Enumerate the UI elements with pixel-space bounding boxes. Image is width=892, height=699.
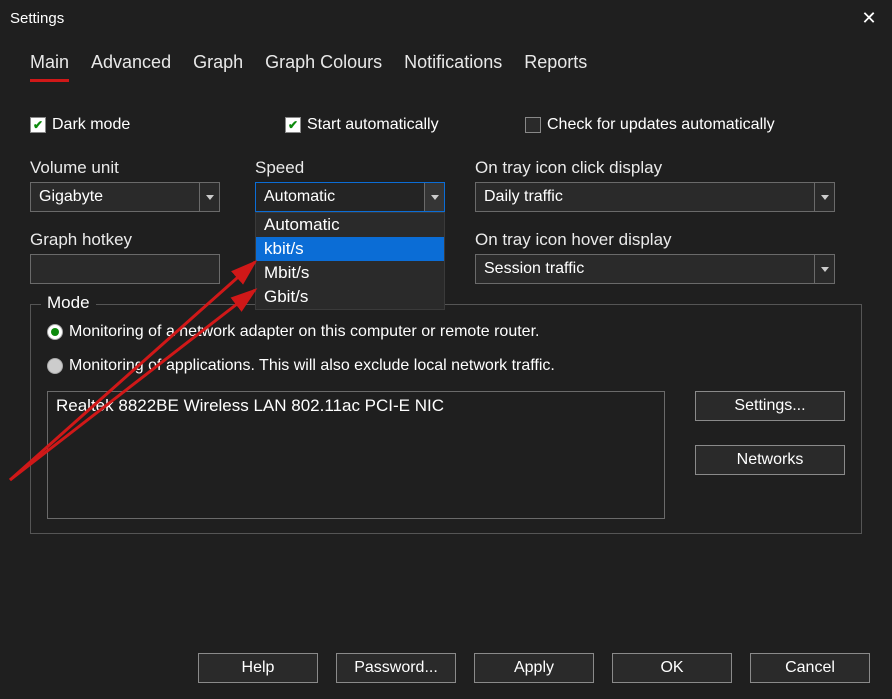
select-value: Gigabyte [39, 188, 103, 206]
option-gbit[interactable]: Gbit/s [256, 285, 444, 309]
chevron-down-icon [814, 255, 834, 283]
checkbox-label: Dark mode [52, 116, 130, 134]
input-graph-hotkey[interactable] [30, 254, 220, 284]
password-button[interactable]: Password... [336, 653, 456, 683]
tab-main[interactable]: Main [30, 52, 69, 82]
dropdown-speed: Automatic kbit/s Mbit/s Gbit/s [255, 212, 445, 310]
chevron-down-icon [199, 183, 219, 211]
tab-reports[interactable]: Reports [524, 52, 587, 82]
close-icon: ✕ [861, 8, 876, 29]
check-icon: ✔ [285, 117, 301, 133]
option-mbit[interactable]: Mbit/s [256, 261, 444, 285]
close-button[interactable]: ✕ [846, 0, 892, 36]
settings-button[interactable]: Settings... [695, 391, 845, 421]
select-tray-hover[interactable]: Session traffic [475, 254, 835, 284]
label-graph-hotkey: Graph hotkey [30, 230, 255, 250]
label-volume-unit: Volume unit [30, 158, 255, 178]
label-speed: Speed [255, 158, 475, 178]
select-value: Daily traffic [484, 188, 563, 206]
tab-notifications[interactable]: Notifications [404, 52, 502, 82]
checkbox-label: Check for updates automatically [547, 116, 775, 134]
radio-label: Monitoring of a network adapter on this … [69, 323, 539, 341]
adapter-list[interactable]: Realtek 8822BE Wireless LAN 802.11ac PCI… [47, 391, 665, 519]
label-tray-hover: On tray icon hover display [475, 230, 845, 250]
radio-monitor-apps[interactable]: Monitoring of applications. This will al… [47, 357, 845, 375]
mode-legend: Mode [41, 293, 96, 313]
chevron-down-icon [424, 183, 444, 211]
option-automatic[interactable]: Automatic [256, 213, 444, 237]
select-value: Automatic [264, 188, 335, 206]
tab-graph[interactable]: Graph [193, 52, 243, 82]
ok-button[interactable]: OK [612, 653, 732, 683]
networks-button[interactable]: Networks [695, 445, 845, 475]
tab-graph-colours[interactable]: Graph Colours [265, 52, 382, 82]
dialog-buttons: Help Password... Apply OK Cancel [0, 653, 892, 683]
checkbox-dark-mode[interactable]: ✔ Dark mode [30, 116, 245, 134]
radio-icon [47, 324, 63, 340]
select-value: Session traffic [484, 260, 584, 278]
checkbox-start-auto[interactable]: ✔ Start automatically [285, 116, 485, 134]
adapter-item[interactable]: Realtek 8822BE Wireless LAN 802.11ac PCI… [56, 396, 656, 416]
apply-button[interactable]: Apply [474, 653, 594, 683]
radio-label: Monitoring of applications. This will al… [69, 357, 555, 375]
cancel-button[interactable]: Cancel [750, 653, 870, 683]
mode-groupbox: Mode Monitoring of a network adapter on … [30, 304, 862, 534]
label-tray-click: On tray icon click display [475, 158, 845, 178]
option-kbit[interactable]: kbit/s [256, 237, 444, 261]
checkbox-label: Start automatically [307, 116, 439, 134]
radio-monitor-adapter[interactable]: Monitoring of a network adapter on this … [47, 323, 845, 341]
tabs: Main Advanced Graph Graph Colours Notifi… [30, 36, 862, 88]
check-icon: ✔ [525, 117, 541, 133]
select-tray-click[interactable]: Daily traffic [475, 182, 835, 212]
window-title: Settings [10, 10, 64, 27]
radio-icon [47, 358, 63, 374]
help-button[interactable]: Help [198, 653, 318, 683]
check-icon: ✔ [30, 117, 46, 133]
select-speed[interactable]: Automatic Automatic kbit/s Mbit/s Gbit/s [255, 182, 445, 212]
tab-advanced[interactable]: Advanced [91, 52, 171, 82]
titlebar: Settings ✕ [0, 0, 892, 36]
select-volume-unit[interactable]: Gigabyte [30, 182, 220, 212]
chevron-down-icon [814, 183, 834, 211]
checkbox-check-updates[interactable]: ✔ Check for updates automatically [525, 116, 775, 134]
